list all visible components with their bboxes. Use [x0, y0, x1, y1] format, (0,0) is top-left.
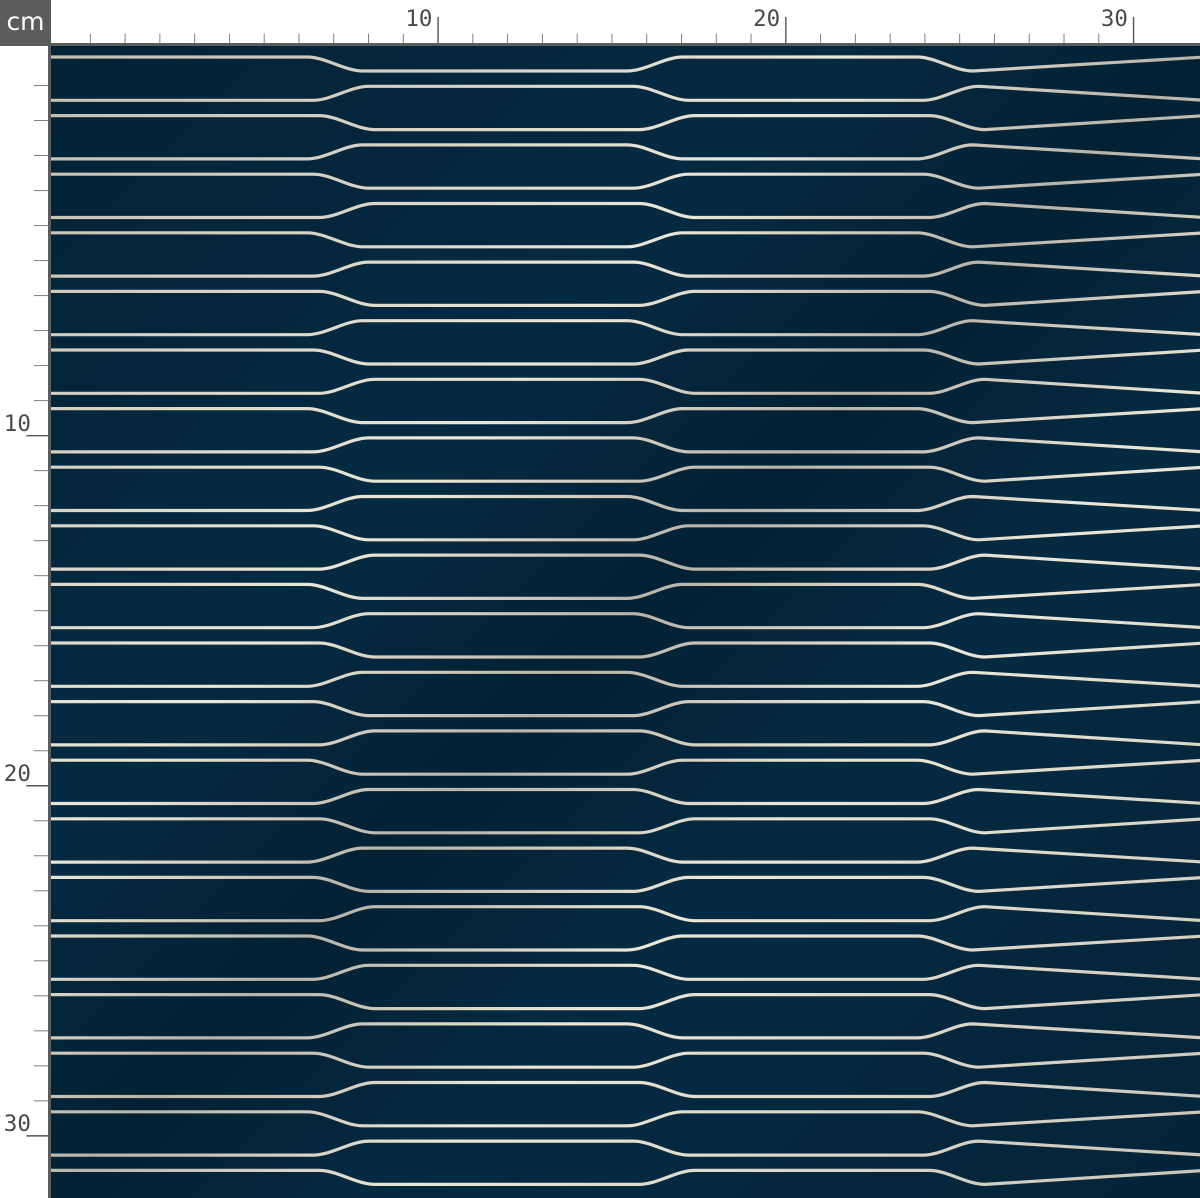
top-ruler: 10 20 30 [51, 0, 1200, 46]
fabric-pattern-swatch [51, 46, 1200, 1198]
unit-label: cm [0, 0, 51, 46]
top-ruler-label-20: 20 [753, 6, 780, 32]
top-ruler-ticks [89, 16, 1135, 43]
left-ruler: 10 20 30 [0, 46, 51, 1198]
left-ruler-label-20: 20 [4, 761, 31, 787]
left-ruler-label-30: 30 [4, 1111, 31, 1137]
top-ruler-label-30: 30 [1101, 6, 1128, 32]
left-ruler-ticks [26, 85, 48, 1137]
fabric-shading [51, 46, 1200, 1198]
left-ruler-label-10: 10 [4, 411, 31, 437]
top-ruler-label-10: 10 [405, 6, 432, 32]
